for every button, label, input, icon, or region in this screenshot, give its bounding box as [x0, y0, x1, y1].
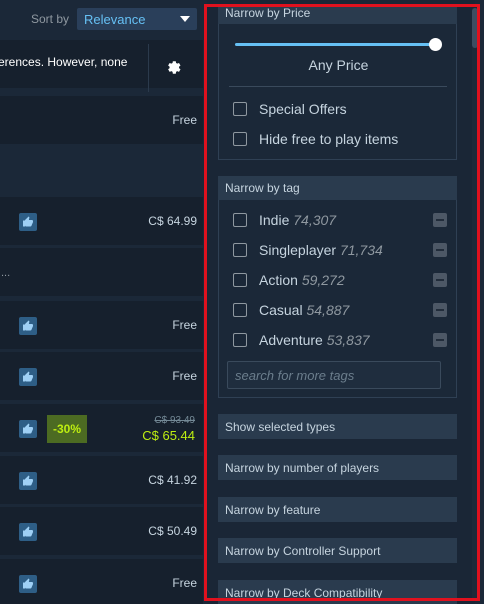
- price-value: Any Price: [308, 57, 369, 73]
- original-price: C$ 93.49: [154, 415, 195, 426]
- tag-search-input[interactable]: [227, 361, 441, 389]
- result-price: C$ 41.92: [148, 473, 197, 487]
- price-filter-header[interactable]: Narrow by Price: [218, 4, 457, 24]
- sort-dropdown[interactable]: Relevance: [77, 8, 197, 30]
- tag-label-singleplayer[interactable]: Singleplayer 71,734: [259, 242, 383, 258]
- exclude-tag-action-button[interactable]: [433, 273, 447, 287]
- tag-filter-header[interactable]: Narrow by tag: [218, 176, 457, 200]
- result-price: Free: [172, 576, 197, 590]
- special-offers-checkbox[interactable]: [233, 102, 247, 116]
- result-row[interactable]: ...: [0, 248, 203, 296]
- result-price: Free: [172, 318, 197, 332]
- price-slider[interactable]: [235, 43, 435, 46]
- result-row[interactable]: Free: [0, 559, 203, 604]
- result-price: C$ 50.49: [148, 524, 197, 538]
- tag-label-indie[interactable]: Indie 74,307: [259, 212, 336, 228]
- tag-checkbox-casual[interactable]: [233, 303, 247, 317]
- exclude-tag-indie-button[interactable]: [433, 213, 447, 227]
- tag-label-action[interactable]: Action 59,272: [259, 272, 345, 288]
- truncated-title: ...: [1, 267, 11, 279]
- hide-free-to-play-checkbox[interactable]: [233, 132, 247, 146]
- result-row[interactable]: -30% C$ 93.49 C$ 65.44: [0, 404, 203, 452]
- tag-label-adventure[interactable]: Adventure 53,837: [259, 332, 370, 348]
- sidebar-scrollbar-thumb[interactable]: [472, 8, 478, 48]
- sort-bar: Sort by Relevance: [0, 0, 203, 38]
- tag-checkbox-singleplayer[interactable]: [233, 243, 247, 257]
- deck-compatibility-header[interactable]: Narrow by Deck Compatibility: [218, 580, 457, 604]
- result-row[interactable]: Free: [0, 352, 203, 400]
- number-of-players-header[interactable]: Narrow by number of players: [218, 455, 457, 480]
- chevron-down-icon: [180, 16, 190, 22]
- thumbs-up-icon: [19, 472, 37, 490]
- thumbs-up-icon: [19, 523, 37, 541]
- tag-checkbox-indie[interactable]: [233, 213, 247, 227]
- sidebar-scrollbar[interactable]: [472, 8, 478, 598]
- result-price: C$ 64.99: [148, 214, 197, 228]
- result-price: Free: [172, 369, 197, 383]
- controller-support-header[interactable]: Narrow by Controller Support: [218, 538, 457, 563]
- result-row[interactable]: Free: [0, 96, 203, 144]
- discounted-price: C$ 65.44: [142, 428, 195, 443]
- result-price: Free: [172, 113, 197, 127]
- thumbs-up-icon: [19, 420, 37, 438]
- result-row[interactable]: C$ 64.99: [0, 197, 203, 245]
- result-row[interactable]: C$ 50.49: [0, 507, 203, 555]
- thumbs-up-icon: [19, 213, 37, 231]
- show-selected-types-header[interactable]: Show selected types: [218, 414, 457, 439]
- sort-selected-value: Relevance: [84, 12, 146, 27]
- thumbs-up-icon: [19, 368, 37, 386]
- special-offers-label[interactable]: Special Offers: [259, 101, 347, 117]
- sort-label: Sort by: [31, 12, 70, 26]
- notice-divider: [148, 44, 149, 92]
- exclude-tag-singleplayer-button[interactable]: [433, 243, 447, 257]
- tag-checkbox-action[interactable]: [233, 273, 247, 287]
- exclude-tag-adventure-button[interactable]: [433, 333, 447, 347]
- exclude-tag-casual-button[interactable]: [433, 303, 447, 317]
- divider: [229, 86, 447, 87]
- thumbs-up-icon: [19, 317, 37, 335]
- hide-free-to-play-label[interactable]: Hide free to play items: [259, 131, 398, 147]
- notice-text: erences. However, none: [0, 55, 128, 69]
- result-row[interactable]: C$ 41.92: [0, 456, 203, 504]
- result-row[interactable]: Free: [0, 301, 203, 349]
- tag-label-casual[interactable]: Casual 54,887: [259, 302, 349, 318]
- discount-badge: -30%: [47, 415, 87, 443]
- tag-checkbox-adventure[interactable]: [233, 333, 247, 347]
- gear-icon: [168, 61, 181, 74]
- feature-filter-header[interactable]: Narrow by feature: [218, 497, 457, 522]
- search-results-column: Sort by Relevance erences. However, none…: [0, 0, 203, 604]
- price-slider-handle[interactable]: [428, 38, 442, 51]
- settings-button[interactable]: [160, 56, 186, 80]
- thumbs-up-icon: [19, 575, 37, 593]
